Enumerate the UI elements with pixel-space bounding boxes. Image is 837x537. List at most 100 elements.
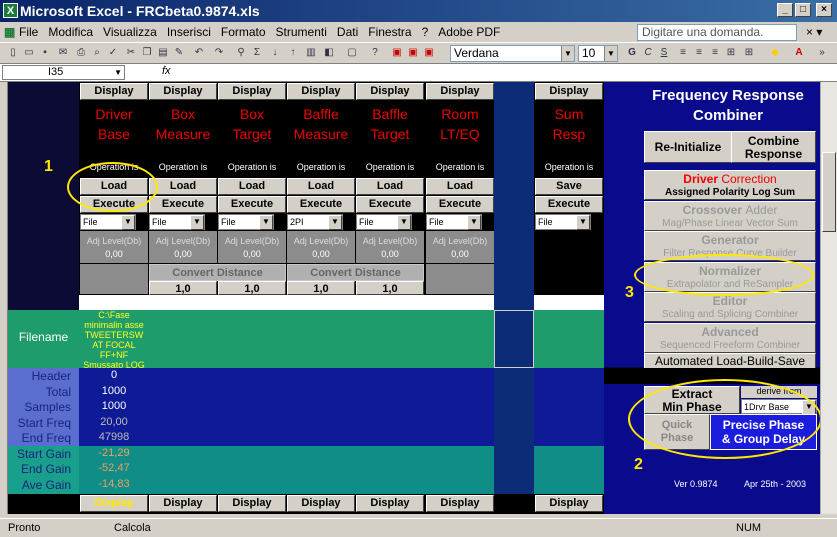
display-button[interactable]: Display [535,83,603,100]
bold-icon[interactable]: G [625,46,639,60]
fx-icon[interactable]: fx [162,65,171,77]
borders-icon[interactable]: ⊞ [742,46,756,60]
reinitialize-button[interactable]: Re-Initialize [644,131,732,163]
align-right-icon[interactable]: ≡ [708,46,722,60]
print-icon[interactable]: ⎙ [74,46,88,60]
chart-icon[interactable]: ▥ [304,46,318,60]
menu-help[interactable]: ? [417,25,434,39]
display-button[interactable]: Display [80,495,148,512]
workbook-icon[interactable]: ▦ [0,25,15,39]
chevron-down-icon[interactable]: ▼ [397,215,411,230]
source-select[interactable]: File ▼ [426,214,482,230]
display-button[interactable]: Display [535,495,603,512]
chevron-down-icon[interactable]: ▼ [604,46,617,61]
display-button[interactable]: Display [356,83,424,100]
help-icon[interactable]: ? [368,46,382,60]
italic-icon[interactable]: C [641,46,655,60]
menu-finestra[interactable]: Finestra [363,25,416,39]
pdf-email-icon[interactable]: ▣ [406,46,420,60]
mode-button[interactable]: Editor Scaling and Splicing Combiner [644,292,816,322]
align-left-icon[interactable]: ≡ [676,46,690,60]
paste-icon[interactable]: ▤ [156,46,170,60]
source-select[interactable]: 2PI ▼ [287,214,343,230]
combine-response-button[interactable]: Combine Response [731,131,816,163]
selected-cell[interactable] [494,310,534,368]
chevron-down-icon[interactable]: ▼ [467,215,481,230]
execute-button[interactable]: Execute [218,196,286,213]
source-select[interactable]: File ▼ [218,214,274,230]
new-icon[interactable]: ▯ [6,46,20,60]
display-button[interactable]: Display [80,83,148,100]
spelling-icon[interactable]: ✓ [106,46,120,60]
underline-icon[interactable]: S [657,46,671,60]
adj-level-value[interactable]: 0,00 [287,249,355,259]
redo-icon[interactable]: ↷ [212,46,226,60]
mode-button[interactable]: Advanced Sequenced Freeform Combiner [644,322,816,353]
sort-asc-icon[interactable]: ↓ [268,46,282,60]
fill-color-icon[interactable]: ◆ [768,46,782,60]
autosum-icon[interactable]: Σ [250,46,264,60]
display-button[interactable]: Display [287,83,355,100]
source-select[interactable]: File ▼ [535,214,591,230]
save-button[interactable]: Save [535,178,603,195]
convert-distance-value[interactable]: 1,0 [149,281,217,295]
display-button[interactable]: Display [149,83,217,100]
adj-level-value[interactable]: 0,00 [218,249,286,259]
maximize-button[interactable]: □ [795,3,811,17]
chevron-down-icon[interactable]: ▼ [114,66,122,79]
worksheet[interactable]: Display Driver Base Operation is Load Execute… [0,82,820,514]
close-button[interactable]: × [816,3,832,17]
convert-distance-value[interactable]: 1,0 [356,281,424,295]
toolbar-options-icon[interactable]: » [815,46,829,60]
chevron-down-icon[interactable]: ▼ [328,215,342,230]
display-button[interactable]: Display [426,83,494,100]
help-search-input[interactable]: Digitare una domanda. [637,24,797,41]
load-button[interactable]: Load [149,178,217,195]
scroll-thumb[interactable] [822,152,836,232]
name-box[interactable]: I35 ▼ [2,65,125,80]
cut-icon[interactable]: ✂ [124,46,138,60]
format-painter-icon[interactable]: ✎ [172,46,186,60]
filename-value[interactable]: C:\Fase minimalin asse TWEETERSW AT FOCA… [80,310,148,368]
merge-icon[interactable]: ⊞ [724,46,738,60]
load-button[interactable]: Load [356,178,424,195]
menu-formato[interactable]: Formato [216,25,271,39]
mode-button[interactable]: Driver Correction Assigned Polarity Log S… [644,170,816,200]
convert-distance-value[interactable]: 1,0 [287,281,355,295]
email-icon[interactable]: ✉ [56,46,70,60]
display-button[interactable]: Display [149,495,217,512]
menu-dati[interactable]: Dati [332,25,363,39]
execute-button[interactable]: Execute [287,196,355,213]
display-button[interactable]: Display [287,495,355,512]
adj-level-value[interactable]: 0,00 [356,249,424,259]
adj-level-value[interactable]: 0,00 [149,249,217,259]
menu-modifica[interactable]: Modifica [43,25,98,39]
load-button[interactable]: Load [426,178,494,195]
chevron-down-icon[interactable]: ▼ [190,215,204,230]
pdf-icon[interactable]: ▣ [390,46,404,60]
convert-distance-value[interactable]: 1,0 [218,281,286,295]
undo-icon[interactable]: ↶ [192,46,206,60]
menu-file[interactable]: File [14,25,43,39]
load-button[interactable]: Load [287,178,355,195]
sort-desc-icon[interactable]: ↑ [286,46,300,60]
adj-level-value[interactable]: 0,00 [426,249,494,259]
chevron-down-icon[interactable]: ▼ [121,215,135,230]
display-button[interactable]: Display [356,495,424,512]
chevron-down-icon[interactable]: ▼ [259,215,273,230]
font-size-select[interactable]: 10 ▼ [578,45,618,62]
preview-icon[interactable]: ⌕ [90,46,104,60]
source-select[interactable]: File ▼ [80,214,136,230]
execute-button[interactable]: Execute [426,196,494,213]
source-select[interactable]: File ▼ [149,214,205,230]
execute-button[interactable]: Execute [149,196,217,213]
font-name-select[interactable]: Verdana ▼ [450,45,575,62]
zoom-icon[interactable]: ▢ [345,46,359,60]
adj-level-value[interactable]: 0,00 [80,249,148,259]
excel-icon[interactable]: X [3,3,18,18]
menu-inserisci[interactable]: Inserisci [162,25,216,39]
copy-icon[interactable]: ❐ [140,46,154,60]
chevron-down-icon[interactable]: ▼ [576,215,590,230]
convert-distance-header[interactable]: Convert Distance [149,264,286,281]
formula-input[interactable] [176,65,816,80]
